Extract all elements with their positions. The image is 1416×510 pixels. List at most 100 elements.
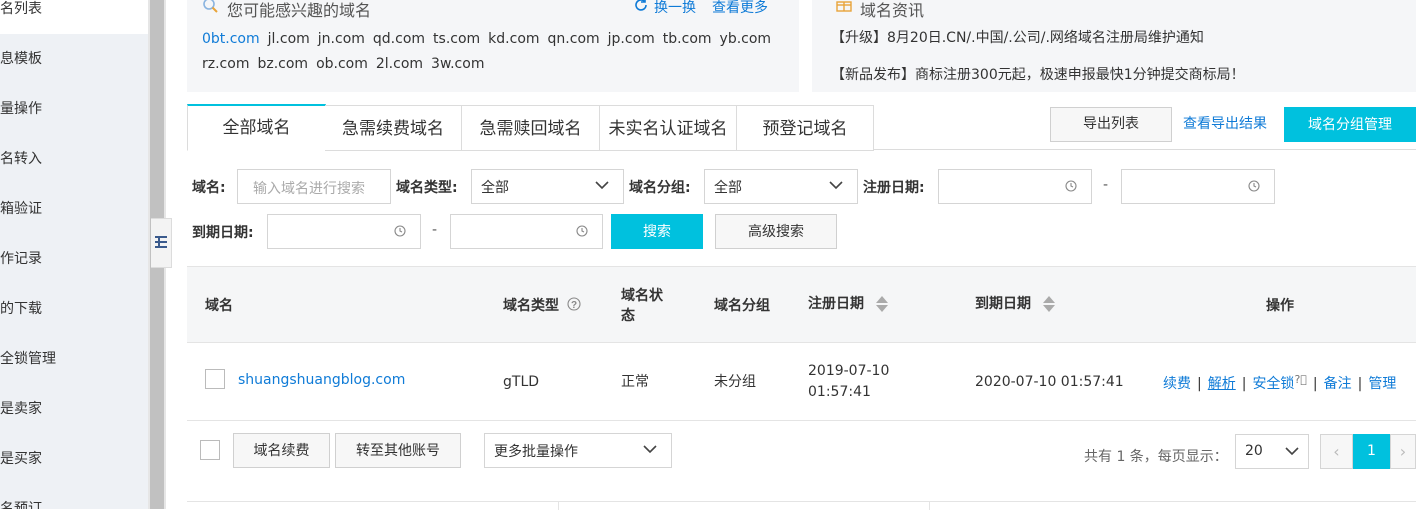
suggested-domain[interactable]: jp.com [608,31,655,47]
news-item[interactable]: 【新品发布】商标注册300元起，极速申报最快1分钟提交商标局！ [831,64,1245,84]
suggested-domain[interactable]: 3w.com [431,56,484,72]
renew-link[interactable]: 续费 [1163,376,1191,392]
suggested-domain[interactable]: qn.com [548,31,600,47]
row-checkbox[interactable] [205,369,225,389]
refresh-icon[interactable] [634,0,648,12]
suggested-domain[interactable]: ts.com [433,31,480,47]
transfer-account-button[interactable]: 转至其他账号 [335,433,461,468]
page-size-value: 20 [1245,443,1263,459]
clock-icon [1065,180,1077,192]
reg-date-label: 注册日期: [863,180,925,196]
chevron-down-icon [643,445,657,454]
sidebar-item-label: 息模板 [0,51,42,67]
prev-page-button[interactable]: ‹ [1320,434,1353,469]
sidebar-item-info-template[interactable]: 息模板 [0,34,148,84]
reg-date-line2: 01:57:41 [808,384,871,400]
domain-search-input[interactable]: 输入域名进行搜索 [237,169,391,204]
dns-resolve-link[interactable]: 解析 [1208,376,1236,392]
sidebar-collapse-toggle[interactable] [151,218,172,268]
suggested-domain[interactable]: jl.com [268,31,310,47]
reg-date-end-input[interactable] [1121,169,1275,204]
suggested-domain[interactable]: tb.com [663,31,712,47]
suggested-domain[interactable]: 0bt.com [202,31,260,47]
tab-preregistered[interactable]: 预登记域名 [737,105,874,151]
suggested-domain[interactable]: ob.com [316,56,368,72]
table-footer: 域名续费 转至其他账号 更多批量操作 共有 1 条，每页显示： 20 ‹ 1 › [187,420,1416,480]
sidebar-item-domain-transfer-in[interactable]: 名转入 [0,134,148,184]
sidebar-item-label: 全锁管理 [0,351,56,367]
col-group: 域名分组 [714,298,770,314]
domain-type: gTLD [503,374,540,390]
help-icon[interactable]: ? [567,297,581,311]
next-page-button[interactable]: › [1390,434,1416,469]
refresh-link[interactable]: 换一换 [654,0,696,17]
group-filter-label: 域名分组: [629,180,691,196]
help-icon[interactable]: ?⃝ [1294,373,1306,386]
group-select[interactable]: 全部 [704,169,858,204]
col-type: 域名类型 ? [503,296,581,316]
search-button[interactable]: 搜索 [611,214,703,249]
sidebar-item-label: 是卖家 [0,401,42,417]
sidebar-item-label: 量操作 [0,101,42,117]
expire-date-end-input[interactable] [450,214,603,249]
select-all-checkbox[interactable] [200,440,220,460]
action-separator: | [1197,376,1202,392]
clock-icon [576,225,588,237]
sidebar-item-label: 名预订 [0,501,42,509]
reg-date-line1: 2019-07-10 [808,363,890,379]
sidebar-item-downloads[interactable]: 的下载 [0,284,148,334]
suggested-domain[interactable]: 2l.com [376,56,423,72]
batch-ops-select[interactable]: 更多批量操作 [484,433,672,468]
export-list-button[interactable]: 导出列表 [1050,107,1172,142]
sort-icon[interactable] [875,295,889,313]
type-select[interactable]: 全部 [471,169,624,204]
remark-link[interactable]: 备注 [1324,376,1352,392]
reg-date-start-input[interactable] [938,169,1092,204]
sidebar-item-label: 的下载 [0,301,42,317]
sidebar-item-email-verify[interactable]: 箱验证 [0,184,148,234]
sidebar-item-security-lock[interactable]: 全锁管理 [0,334,148,384]
domain-name-link[interactable]: shuangshuangblog.com [238,370,405,391]
expire-date: 2020-07-10 01:57:41 [975,374,1124,390]
news-item[interactable]: 【升级】8月20日.CN/.中国/.公司/.网络域名注册局维护通知 [831,27,1204,47]
col-actions: 操作 [1266,298,1294,314]
col-domain: 域名 [205,298,233,314]
batch-ops-value: 更多批量操作 [494,444,578,460]
suggested-domain[interactable]: yb.com [720,31,772,47]
col-expire-date[interactable]: 到期日期 [975,294,1056,314]
col-reg-date[interactable]: 注册日期 [808,294,889,314]
suggested-domain[interactable]: jn.com [318,31,365,47]
advanced-search-button[interactable]: 高级搜索 [715,214,837,249]
suggested-domain[interactable]: kd.com [488,31,539,47]
sidebar-item-seller[interactable]: 是卖家 [0,384,148,434]
suggested-domain[interactable]: rz.com [202,56,249,72]
tab-all-domains[interactable]: 全部域名 [187,104,326,151]
tab-unverified[interactable]: 未实名认证域名 [600,105,737,151]
sidebar-item-domain-list[interactable]: 名列表 [0,0,148,34]
page-size-select[interactable]: 20 [1235,434,1309,469]
manage-link[interactable]: 管理 [1368,376,1396,392]
col-status: 域名状态 [621,288,663,324]
sidebar-item-batch-ops[interactable]: 量操作 [0,84,148,134]
domain-group: 未分组 [714,374,756,390]
security-lock-link[interactable]: 安全锁 [1252,376,1294,392]
current-page-button[interactable]: 1 [1353,434,1390,469]
sidebar-item-preorder[interactable]: 名预订 [0,484,148,509]
view-more-link[interactable]: 查看更多 [712,0,768,17]
type-filter-label: 域名类型: [396,180,458,196]
sidebar-item-buyer[interactable]: 是买家 [0,434,148,484]
suggested-domain[interactable]: qd.com [373,31,425,47]
expire-date-start-input[interactable] [267,214,421,249]
bulk-renew-button[interactable]: 域名续费 [233,433,330,468]
domain-group-manage-button[interactable]: 域名分组管理 [1284,107,1416,142]
sort-icon[interactable] [1042,295,1056,313]
tab-redemption-needed[interactable]: 急需赎回域名 [462,105,600,151]
sidebar-item-op-log[interactable]: 作记录 [0,234,148,284]
suggested-domain[interactable]: bz.com [257,56,308,72]
domain-search-placeholder: 输入域名进行搜索 [253,181,365,197]
view-export-results-link[interactable]: 查看导出结果 [1183,113,1267,133]
type-select-value: 全部 [481,180,509,196]
chevron-down-icon [829,181,843,190]
tab-renewal-needed[interactable]: 急需续费域名 [325,105,462,151]
row-actions: 续费 | 解析 | 安全锁?⃝ | 备注 | 管理 [1163,373,1396,393]
